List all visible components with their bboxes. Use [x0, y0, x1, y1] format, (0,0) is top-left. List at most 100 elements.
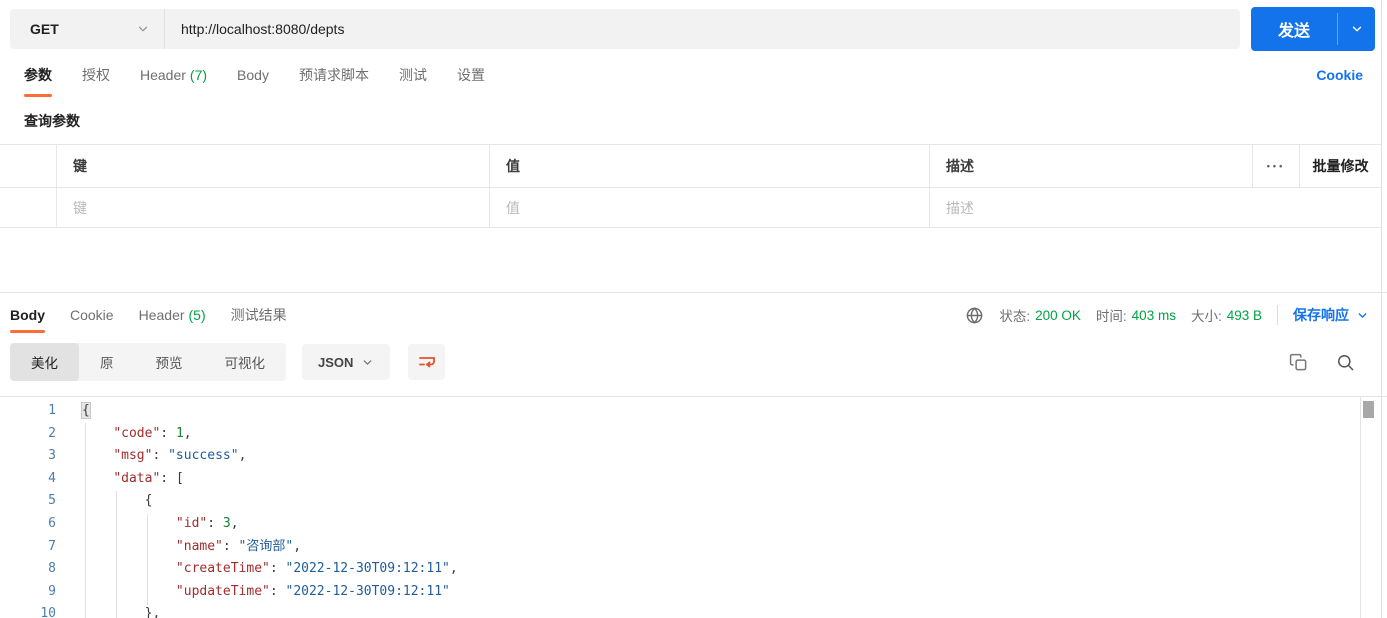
- panel-right-border: [1381, 0, 1382, 618]
- url-input[interactable]: [165, 9, 1240, 49]
- bulk-edit-button[interactable]: 批量修改: [1300, 145, 1381, 187]
- tab-label: 参数: [24, 66, 52, 83]
- tab-label: 设置: [456, 66, 485, 83]
- time-value: 403 ms: [1131, 307, 1176, 323]
- send-options-button[interactable]: [1338, 7, 1375, 51]
- chevron-down-icon: [136, 22, 150, 36]
- indent-guide: [116, 491, 117, 618]
- tab-body[interactable]: Body: [237, 52, 269, 97]
- code-line: 1{: [0, 400, 1387, 423]
- tab-pre-request-script[interactable]: 预请求脚本: [299, 52, 369, 97]
- word-wrap-icon: [419, 357, 435, 368]
- cookie-link[interactable]: Cookie: [1316, 67, 1363, 83]
- column-header-desc: 描述: [930, 145, 1253, 187]
- tab-label: 测试: [398, 66, 427, 83]
- response-tab-body[interactable]: Body: [10, 293, 45, 337]
- tab-params[interactable]: 参数: [24, 52, 52, 97]
- url-bar: GET: [10, 9, 1240, 49]
- tab-label: Header: [138, 307, 185, 323]
- response-body-viewer[interactable]: 1{2 "code": 1, 3 "msg": "success", 4 "data…: [0, 396, 1387, 618]
- tab-label: Header: [140, 66, 186, 83]
- tab-label: Body: [10, 307, 45, 323]
- view-mode-raw[interactable]: 原: [79, 343, 135, 381]
- response-size: 大小: 493 B: [1191, 305, 1262, 325]
- line-number: 7: [48, 538, 56, 554]
- save-response-button[interactable]: 保存响应: [1293, 305, 1369, 325]
- code-line: 6 "id": 3,: [0, 513, 1387, 536]
- ellipsis-icon: •••: [1266, 161, 1286, 171]
- tab-count: (5): [188, 307, 206, 323]
- code-line: 10 },: [0, 603, 1387, 618]
- tab-count: (7): [189, 66, 208, 83]
- tab-label: 测试结果: [230, 307, 287, 323]
- params-table: 键 值 描述 ••• 批量修改: [0, 144, 1381, 228]
- line-number: 8: [48, 561, 56, 577]
- response-tab-headers[interactable]: Header (5): [139, 293, 206, 337]
- tab-settings[interactable]: 设置: [457, 52, 485, 97]
- method-label: GET: [30, 21, 59, 37]
- tab-authorization[interactable]: 授权: [82, 52, 110, 97]
- response-toolbar: 美化 原 预览 可视化 JSON: [0, 337, 1387, 396]
- line-number: 5: [48, 493, 56, 509]
- chevron-down-icon: [1358, 312, 1367, 318]
- save-response-label: 保存响应: [1293, 307, 1349, 323]
- tab-label: 授权: [82, 66, 110, 83]
- tab-label: Body: [237, 66, 269, 83]
- view-mode-visualize[interactable]: 可视化: [204, 343, 287, 381]
- request-workspace: GET 发送 参数 授权 Header (7) Body: [0, 0, 1387, 618]
- param-desc-input[interactable]: [946, 199, 1381, 216]
- globe-icon[interactable]: [965, 306, 984, 325]
- format-label: JSON: [318, 354, 354, 370]
- query-params-title: 查询参数: [24, 113, 80, 129]
- param-value-cell: [490, 188, 930, 227]
- line-number: 4: [48, 470, 56, 486]
- row-handle-cell: [0, 188, 57, 227]
- code-line: 7 "name": "咨询部",: [0, 536, 1387, 559]
- response-tool-icons: [1289, 353, 1355, 372]
- request-response-spacer: [0, 228, 1387, 292]
- status-divider: [1277, 305, 1278, 325]
- code-scrollbar-thumb[interactable]: [1363, 401, 1374, 418]
- line-number: 10: [40, 606, 56, 618]
- line-number: 2: [48, 425, 56, 441]
- view-mode-preview[interactable]: 预览: [135, 343, 204, 381]
- format-select[interactable]: JSON: [302, 344, 391, 380]
- params-entry-row: [0, 188, 1381, 228]
- chevron-down-icon: [364, 359, 372, 365]
- response-status-cluster: 状态: 200 OK 时间: 403 ms 大小: 493 B 保存响应: [965, 305, 1377, 325]
- row-handle-cell: [0, 145, 57, 187]
- column-header-key: 键: [57, 145, 490, 187]
- line-number: 6: [48, 515, 56, 531]
- status-value: 200 OK: [1035, 307, 1081, 323]
- json-code-block[interactable]: 1{2 "code": 1, 3 "msg": "success", 4 "data…: [0, 397, 1387, 618]
- response-tab-cookie[interactable]: Cookie: [70, 293, 114, 337]
- bulk-edit-label: 批量修改: [1312, 158, 1369, 174]
- tab-label: Cookie: [70, 307, 114, 323]
- request-tabs: 参数 授权 Header (7) Body 预请求脚本 测试 设置 Cookie: [0, 52, 1387, 97]
- tab-label: 预请求脚本: [298, 66, 369, 83]
- param-desc-cell: [930, 188, 1381, 227]
- copy-icon[interactable]: [1289, 353, 1308, 372]
- code-scrollbar-track: [1360, 397, 1361, 618]
- search-icon[interactable]: [1336, 353, 1355, 372]
- response-tab-test-results[interactable]: 测试结果: [231, 293, 287, 337]
- param-key-cell: [57, 188, 490, 227]
- send-button[interactable]: 发送: [1251, 7, 1375, 51]
- send-button-label[interactable]: 发送: [1251, 7, 1337, 51]
- tab-headers[interactable]: Header (7): [140, 52, 207, 97]
- code-line: 3 "msg": "success",: [0, 445, 1387, 468]
- code-line: 4 "data": [: [0, 468, 1387, 491]
- view-mode-pretty[interactable]: 美化: [10, 343, 79, 381]
- response-time: 时间: 403 ms: [1096, 305, 1176, 325]
- more-columns-button[interactable]: •••: [1253, 145, 1300, 187]
- code-line: 8 "createTime": "2022-12-30T09:12:11",: [0, 558, 1387, 581]
- line-number: 1: [48, 403, 56, 418]
- response-header: Body Cookie Header (5) 测试结果 状态: 200 OK 时…: [0, 293, 1387, 337]
- tab-tests[interactable]: 测试: [399, 52, 427, 97]
- response-tabs: Body Cookie Header (5) 测试结果: [10, 293, 287, 337]
- param-key-input[interactable]: [73, 199, 489, 216]
- param-value-input[interactable]: [506, 199, 929, 216]
- method-select[interactable]: GET: [10, 9, 165, 49]
- wrap-lines-button[interactable]: [408, 344, 446, 380]
- params-header-row: 键 值 描述 ••• 批量修改: [0, 145, 1381, 188]
